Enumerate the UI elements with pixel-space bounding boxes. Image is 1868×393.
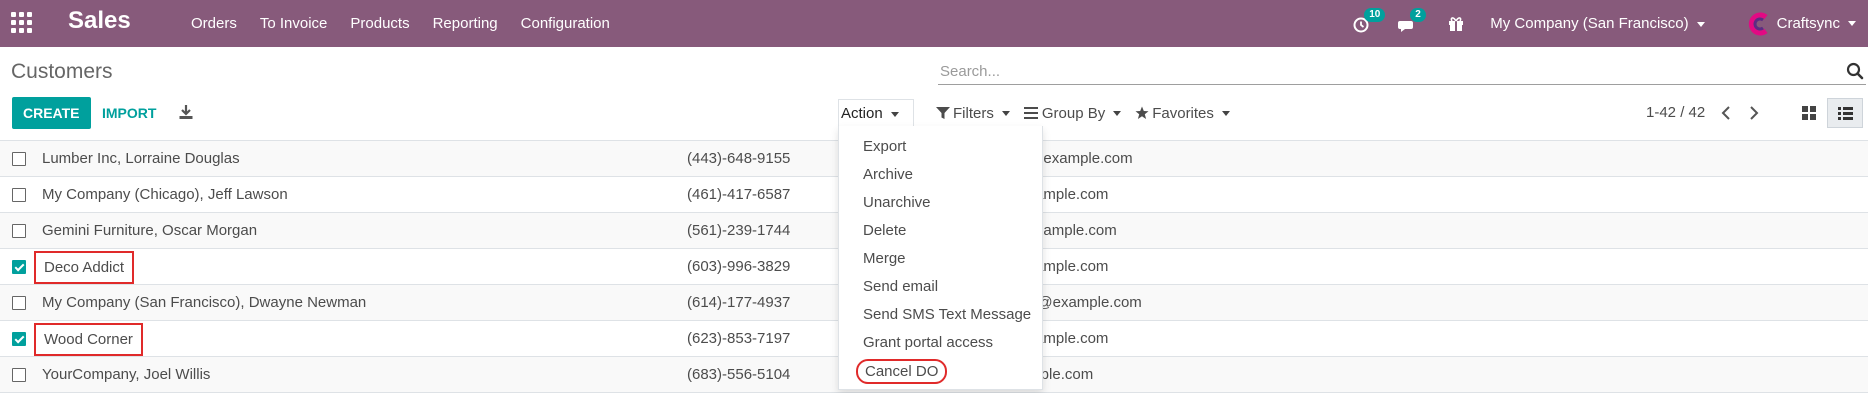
filters-toggle[interactable]: Filters [936, 105, 1010, 122]
customer-phone: (603)-996-3829 [687, 258, 791, 275]
app-title[interactable]: Sales [68, 7, 131, 35]
company-switcher[interactable]: My Company (San Francisco) [1490, 15, 1705, 32]
customer-name: YourCompany, Joel Willis [42, 366, 211, 383]
customer-phone: (683)-556-5104 [687, 366, 791, 383]
favorites-label: Favorites [1152, 104, 1214, 122]
customer-phone: (614)-177-4937 [687, 294, 791, 311]
chevron-down-icon [1001, 110, 1010, 116]
row-checkbox[interactable] [12, 224, 26, 238]
action-unarchive[interactable]: Unarchive [863, 194, 931, 211]
user-name: Craftsync [1776, 15, 1840, 32]
chevron-down-icon [890, 111, 899, 117]
gift-button[interactable] [1448, 14, 1468, 34]
messaging-button[interactable]: 2 [1398, 7, 1426, 34]
chevron-down-icon [1221, 110, 1230, 116]
search-bar [938, 59, 1866, 85]
row-checkbox[interactable] [12, 296, 26, 310]
user-menu[interactable]: Craftsync [1747, 12, 1856, 36]
systray: 10 2 My Company (San Francisco) Craftsyn… [1352, 0, 1868, 47]
gift-icon [1449, 16, 1464, 31]
activity-button[interactable]: 10 [1352, 7, 1386, 34]
action-cancel-do[interactable]: Cancel DO [856, 359, 948, 384]
menu-orders[interactable]: Orders [191, 15, 237, 32]
bars-icon [1023, 107, 1038, 119]
chevron-right-icon[interactable] [1749, 106, 1759, 120]
favorites-toggle[interactable]: Favorites [1135, 105, 1230, 122]
activity-count-badge: 10 [1364, 7, 1386, 22]
action-grant-portal-access[interactable]: Grant portal access [863, 334, 993, 351]
menu-to-invoice[interactable]: To Invoice [260, 15, 328, 32]
menu-configuration[interactable]: Configuration [521, 15, 610, 32]
customer-name: My Company (Chicago), Jeff Lawson [42, 186, 288, 203]
chevron-down-icon [1696, 21, 1705, 27]
customer-name: My Company (San Francisco), Dwayne Newma… [42, 294, 367, 311]
import-button[interactable]: IMPORT [100, 97, 158, 129]
customer-name: Lumber Inc, Lorraine Douglas [42, 150, 240, 167]
star-icon [1135, 106, 1149, 119]
download-icon[interactable] [178, 104, 194, 120]
row-checkbox[interactable] [12, 152, 26, 166]
action-delete[interactable]: Delete [863, 222, 906, 239]
breadcrumb: Customers [11, 60, 113, 83]
row-checkbox-checked[interactable] [12, 260, 26, 274]
customer-phone: (623)-853-7197 [687, 330, 791, 347]
filters-label: Filters [953, 104, 994, 122]
chevron-left-icon[interactable] [1721, 106, 1731, 120]
menu-products[interactable]: Products [350, 15, 409, 32]
row-checkbox-checked[interactable] [12, 332, 26, 346]
group-by-toggle[interactable]: Group By [1023, 104, 1122, 122]
action-export[interactable]: Export [863, 138, 906, 155]
customer-name-highlighted: Wood Corner [34, 323, 143, 356]
avatar [1748, 12, 1768, 35]
customer-name: Gemini Furniture, Oscar Morgan [42, 222, 258, 239]
company-name: My Company (San Francisco) [1490, 15, 1689, 32]
main-menu: Orders To Invoice Products Reporting Con… [191, 0, 633, 47]
action-dropdown-toggle[interactable]: Action [838, 99, 914, 127]
menu-reporting[interactable]: Reporting [433, 15, 498, 32]
create-button[interactable]: CREATE [12, 97, 91, 129]
group-by-label: Group By [1041, 104, 1106, 122]
pager-value[interactable]: 1-42 / 42 [1646, 99, 1705, 127]
grid-icon [1802, 106, 1816, 120]
chevron-down-icon [1848, 21, 1856, 26]
list-icon [1837, 106, 1853, 120]
action-archive[interactable]: Archive [863, 166, 913, 183]
search-icon[interactable] [1846, 62, 1864, 80]
action-send-sms[interactable]: Send SMS Text Message [863, 306, 1031, 323]
messages-count-badge: 2 [1410, 7, 1426, 22]
customer-phone: (561)-239-1744 [687, 222, 791, 239]
action-label: Action [841, 105, 883, 122]
kanban-view-button[interactable] [1795, 99, 1823, 127]
filter-icon [936, 106, 950, 119]
chevron-down-icon [1113, 110, 1122, 116]
customer-name-highlighted: Deco Addict [34, 251, 135, 284]
action-dropdown-menu: Export Archive Unarchive Delete Merge Se… [838, 126, 1043, 390]
action-send-email[interactable]: Send email [863, 278, 938, 295]
action-merge[interactable]: Merge [863, 250, 906, 267]
customer-phone: (461)-417-6587 [687, 186, 791, 203]
search-input[interactable] [938, 59, 1818, 83]
top-navbar: Sales Orders To Invoice Products Reporti… [0, 0, 1868, 47]
search-options: Filters Group By Favorites [936, 99, 1244, 127]
apps-menu-icon[interactable] [11, 12, 33, 34]
row-checkbox[interactable] [12, 188, 26, 202]
customer-phone: (443)-648-9155 [687, 150, 791, 167]
list-view-button[interactable] [1827, 98, 1863, 128]
row-checkbox[interactable] [12, 368, 26, 382]
